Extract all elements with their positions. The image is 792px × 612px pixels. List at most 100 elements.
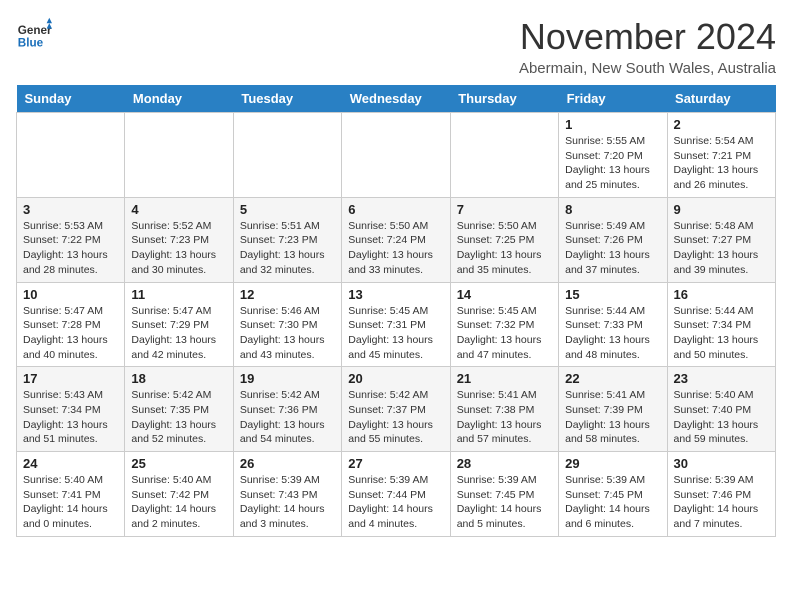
calendar-cell: 7 Sunrise: 5:50 AM Sunset: 7:25 PM Daylig… <box>450 197 558 282</box>
day-number: 16 <box>674 287 769 302</box>
calendar-cell: 6Sunrise: 5:50 AM Sunset: 7:24 PM Daylig… <box>342 197 450 282</box>
day-info: Sunrise: 5:52 AM Sunset: 7:23 PM Dayligh… <box>131 219 226 278</box>
weekday-header-wednesday: Wednesday <box>342 85 450 113</box>
day-number: 24 <box>23 456 118 471</box>
day-info: Sunrise: 5:42 AM Sunset: 7:37 PM Dayligh… <box>348 388 443 447</box>
calendar-cell: 4 Sunrise: 5:52 AM Sunset: 7:23 PM Daylig… <box>125 197 233 282</box>
calendar-cell: 25Sunrise: 5:40 AM Sunset: 7:42 PM Dayli… <box>125 452 233 537</box>
calendar-cell <box>450 113 558 198</box>
day-number: 19 <box>240 371 335 386</box>
month-title: November 2024 <box>519 16 776 58</box>
day-info: Sunrise: 5:40 AM Sunset: 7:41 PM Dayligh… <box>23 473 118 532</box>
day-number: 14 <box>457 287 552 302</box>
calendar-cell: 23 Sunrise: 5:40 AM Sunset: 7:40 PM Dayli… <box>667 367 775 452</box>
day-number: 20 <box>348 371 443 386</box>
day-info: Sunrise: 5:45 AM Sunset: 7:31 PM Dayligh… <box>348 304 443 363</box>
day-number: 9 <box>674 202 769 217</box>
logo: General Blue <box>16 16 52 52</box>
day-info: Sunrise: 5:49 AM Sunset: 7:26 PM Dayligh… <box>565 219 660 278</box>
calendar-cell: 14 Sunrise: 5:45 AM Sunset: 7:32 PM Dayli… <box>450 282 558 367</box>
day-info: Sunrise: 5:41 AM Sunset: 7:39 PM Dayligh… <box>565 388 660 447</box>
svg-text:General: General <box>18 24 52 37</box>
day-number: 8 <box>565 202 660 217</box>
day-number: 10 <box>23 287 118 302</box>
day-info: Sunrise: 5:45 AM Sunset: 7:32 PM Dayligh… <box>457 304 552 363</box>
day-info: Sunrise: 5:44 AM Sunset: 7:34 PM Dayligh… <box>674 304 769 363</box>
day-number: 29 <box>565 456 660 471</box>
calendar-cell: 12 Sunrise: 5:46 AM Sunset: 7:30 PM Dayli… <box>233 282 341 367</box>
calendar-cell: 24 Sunrise: 5:40 AM Sunset: 7:41 PM Dayli… <box>17 452 125 537</box>
day-info: Sunrise: 5:46 AM Sunset: 7:30 PM Dayligh… <box>240 304 335 363</box>
calendar-cell: 19 Sunrise: 5:42 AM Sunset: 7:36 PM Dayli… <box>233 367 341 452</box>
day-number: 4 <box>131 202 226 217</box>
calendar-cell <box>17 113 125 198</box>
day-info: Sunrise: 5:39 AM Sunset: 7:46 PM Dayligh… <box>674 473 769 532</box>
calendar-cell: 20 Sunrise: 5:42 AM Sunset: 7:37 PM Dayli… <box>342 367 450 452</box>
weekday-header-thursday: Thursday <box>450 85 558 113</box>
calendar-week-row: 17 Sunrise: 5:43 AM Sunset: 7:34 PM Dayli… <box>17 367 776 452</box>
calendar-cell: 3 Sunrise: 5:53 AM Sunset: 7:22 PM Daylig… <box>17 197 125 282</box>
weekday-header-sunday: Sunday <box>17 85 125 113</box>
calendar-cell: 10Sunrise: 5:47 AM Sunset: 7:28 PM Dayli… <box>17 282 125 367</box>
calendar-cell: 2 Sunrise: 5:54 AM Sunset: 7:21 PM Daylig… <box>667 113 775 198</box>
calendar-cell: 17 Sunrise: 5:43 AM Sunset: 7:34 PM Dayli… <box>17 367 125 452</box>
title-block: November 2024 Abermain, New South Wales,… <box>519 16 776 77</box>
day-info: Sunrise: 5:42 AM Sunset: 7:36 PM Dayligh… <box>240 388 335 447</box>
calendar-cell: 29 Sunrise: 5:39 AM Sunset: 7:45 PM Dayli… <box>559 452 667 537</box>
weekday-header-row: SundayMondayTuesdayWednesdayThursdayFrid… <box>17 85 776 113</box>
page-header: General Blue November 2024 Abermain, New… <box>16 16 776 77</box>
calendar-cell: 11 Sunrise: 5:47 AM Sunset: 7:29 PM Dayli… <box>125 282 233 367</box>
calendar-cell: 15Sunrise: 5:44 AM Sunset: 7:33 PM Dayli… <box>559 282 667 367</box>
day-number: 27 <box>348 456 443 471</box>
day-number: 12 <box>240 287 335 302</box>
day-number: 7 <box>457 202 552 217</box>
day-number: 3 <box>23 202 118 217</box>
day-number: 23 <box>674 371 769 386</box>
day-info: Sunrise: 5:39 AM Sunset: 7:43 PM Dayligh… <box>240 473 335 532</box>
day-info: Sunrise: 5:42 AM Sunset: 7:35 PM Dayligh… <box>131 388 226 447</box>
svg-text:Blue: Blue <box>18 37 44 50</box>
day-number: 30 <box>674 456 769 471</box>
calendar-cell: 13Sunrise: 5:45 AM Sunset: 7:31 PM Dayli… <box>342 282 450 367</box>
day-info: Sunrise: 5:48 AM Sunset: 7:27 PM Dayligh… <box>674 219 769 278</box>
day-info: Sunrise: 5:43 AM Sunset: 7:34 PM Dayligh… <box>23 388 118 447</box>
day-number: 21 <box>457 371 552 386</box>
calendar-cell <box>233 113 341 198</box>
weekday-header-saturday: Saturday <box>667 85 775 113</box>
location: Abermain, New South Wales, Australia <box>519 60 776 77</box>
calendar-cell: 5Sunrise: 5:51 AM Sunset: 7:23 PM Daylig… <box>233 197 341 282</box>
calendar-week-row: 10Sunrise: 5:47 AM Sunset: 7:28 PM Dayli… <box>17 282 776 367</box>
calendar-cell: 27Sunrise: 5:39 AM Sunset: 7:44 PM Dayli… <box>342 452 450 537</box>
day-info: Sunrise: 5:50 AM Sunset: 7:25 PM Dayligh… <box>457 219 552 278</box>
day-number: 18 <box>131 371 226 386</box>
day-info: Sunrise: 5:44 AM Sunset: 7:33 PM Dayligh… <box>565 304 660 363</box>
day-info: Sunrise: 5:39 AM Sunset: 7:45 PM Dayligh… <box>457 473 552 532</box>
day-number: 26 <box>240 456 335 471</box>
day-number: 2 <box>674 117 769 132</box>
day-number: 17 <box>23 371 118 386</box>
calendar-cell: 18 Sunrise: 5:42 AM Sunset: 7:35 PM Dayli… <box>125 367 233 452</box>
logo-icon: General Blue <box>16 16 52 52</box>
day-number: 25 <box>131 456 226 471</box>
calendar-cell: 16 Sunrise: 5:44 AM Sunset: 7:34 PM Dayli… <box>667 282 775 367</box>
day-info: Sunrise: 5:54 AM Sunset: 7:21 PM Dayligh… <box>674 134 769 193</box>
weekday-header-friday: Friday <box>559 85 667 113</box>
day-info: Sunrise: 5:51 AM Sunset: 7:23 PM Dayligh… <box>240 219 335 278</box>
calendar-cell: 26 Sunrise: 5:39 AM Sunset: 7:43 PM Dayli… <box>233 452 341 537</box>
calendar-cell: 21Sunrise: 5:41 AM Sunset: 7:38 PM Dayli… <box>450 367 558 452</box>
day-info: Sunrise: 5:50 AM Sunset: 7:24 PM Dayligh… <box>348 219 443 278</box>
day-info: Sunrise: 5:40 AM Sunset: 7:40 PM Dayligh… <box>674 388 769 447</box>
day-number: 11 <box>131 287 226 302</box>
day-info: Sunrise: 5:47 AM Sunset: 7:29 PM Dayligh… <box>131 304 226 363</box>
day-number: 1 <box>565 117 660 132</box>
calendar-cell: 8 Sunrise: 5:49 AM Sunset: 7:26 PM Daylig… <box>559 197 667 282</box>
day-info: Sunrise: 5:55 AM Sunset: 7:20 PM Dayligh… <box>565 134 660 193</box>
day-info: Sunrise: 5:39 AM Sunset: 7:45 PM Dayligh… <box>565 473 660 532</box>
calendar-cell: 30 Sunrise: 5:39 AM Sunset: 7:46 PM Dayli… <box>667 452 775 537</box>
calendar-table: SundayMondayTuesdayWednesdayThursdayFrid… <box>16 85 776 537</box>
day-number: 22 <box>565 371 660 386</box>
calendar-cell: 9 Sunrise: 5:48 AM Sunset: 7:27 PM Daylig… <box>667 197 775 282</box>
weekday-header-monday: Monday <box>125 85 233 113</box>
day-info: Sunrise: 5:53 AM Sunset: 7:22 PM Dayligh… <box>23 219 118 278</box>
day-number: 28 <box>457 456 552 471</box>
